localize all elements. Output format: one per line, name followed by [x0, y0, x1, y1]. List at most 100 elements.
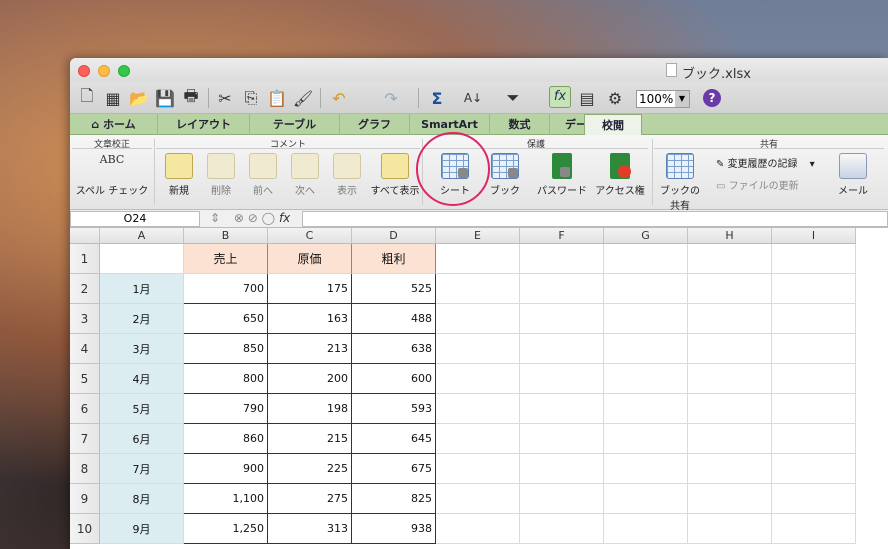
paste-icon[interactable]: 📋	[266, 87, 288, 109]
cell-f4[interactable]	[520, 334, 604, 364]
cell-f5[interactable]	[520, 364, 604, 394]
formula-builder-icon[interactable]: fx	[549, 86, 571, 108]
cell-d5[interactable]: 600	[352, 364, 436, 394]
cell-c4[interactable]: 213	[268, 334, 352, 364]
cell-h1[interactable]	[688, 244, 772, 274]
cell-b2[interactable]: 700	[184, 274, 268, 304]
delete-comment-button[interactable]: 削除	[202, 153, 240, 197]
format-brush-icon[interactable]: 🖌	[292, 87, 314, 109]
stepper-icon[interactable]: ⇕	[210, 211, 220, 225]
row-header-7[interactable]: 7	[70, 424, 100, 454]
row-header-2[interactable]: 2	[70, 274, 100, 304]
cell-g8[interactable]	[604, 454, 688, 484]
print-icon[interactable]: 🖶	[180, 86, 202, 109]
cell-i3[interactable]	[772, 304, 856, 334]
cell-b9[interactable]: 1,100	[184, 484, 268, 514]
cell-g9[interactable]	[604, 484, 688, 514]
row-header-3[interactable]: 3	[70, 304, 100, 334]
cell-f9[interactable]	[520, 484, 604, 514]
sort-icon[interactable]: A↓	[462, 87, 484, 109]
cell-b3[interactable]: 650	[184, 304, 268, 334]
cell-g1[interactable]	[604, 244, 688, 274]
fx-icon[interactable]: fx	[279, 211, 290, 225]
zoom-select[interactable]: 100% ▼	[636, 90, 690, 108]
cell-f6[interactable]	[520, 394, 604, 424]
cell-f7[interactable]	[520, 424, 604, 454]
cell-a10[interactable]: 9月	[100, 514, 184, 544]
cell-i2[interactable]	[772, 274, 856, 304]
autosum-icon[interactable]: Σ	[426, 87, 448, 109]
cell-c5[interactable]: 200	[268, 364, 352, 394]
column-header-g[interactable]: G	[604, 228, 688, 244]
redo-icon[interactable]: ↷	[380, 87, 402, 109]
cell-b4[interactable]: 850	[184, 334, 268, 364]
next-comment-button[interactable]: 次へ	[286, 153, 324, 197]
cut-icon[interactable]: ✂	[214, 87, 236, 109]
cell-f2[interactable]	[520, 274, 604, 304]
cell-h6[interactable]	[688, 394, 772, 424]
cell-g7[interactable]	[604, 424, 688, 454]
cell-c7[interactable]: 215	[268, 424, 352, 454]
previous-comment-button[interactable]: 前へ	[244, 153, 282, 197]
cell-a7[interactable]: 6月	[100, 424, 184, 454]
cell-c8[interactable]: 225	[268, 454, 352, 484]
cell-e3[interactable]	[436, 304, 520, 334]
zoom-window-button[interactable]	[118, 65, 130, 77]
cell-d7[interactable]: 645	[352, 424, 436, 454]
cell-d8[interactable]: 675	[352, 454, 436, 484]
row-header-5[interactable]: 5	[70, 364, 100, 394]
cell-f10[interactable]	[520, 514, 604, 544]
new-icon[interactable]: 🗋	[76, 86, 98, 109]
column-header-d[interactable]: D	[352, 228, 436, 244]
cell-d9[interactable]: 825	[352, 484, 436, 514]
cell-g5[interactable]	[604, 364, 688, 394]
cell-h8[interactable]	[688, 454, 772, 484]
show-comment-button[interactable]: 表示	[328, 153, 366, 197]
row-header-10[interactable]: 10	[70, 514, 100, 544]
cell-g6[interactable]	[604, 394, 688, 424]
cell-b7[interactable]: 860	[184, 424, 268, 454]
cell-h10[interactable]	[688, 514, 772, 544]
cell-a8[interactable]: 7月	[100, 454, 184, 484]
confirm-icon[interactable]: ⊘	[248, 211, 258, 225]
cell-i6[interactable]	[772, 394, 856, 424]
row-header-6[interactable]: 6	[70, 394, 100, 424]
cell-g3[interactable]	[604, 304, 688, 334]
show-all-comments-button[interactable]: すべて表示	[368, 153, 422, 197]
cell-i5[interactable]	[772, 364, 856, 394]
cell-b10[interactable]: 1,250	[184, 514, 268, 544]
column-header-c[interactable]: C	[268, 228, 352, 244]
cell-g4[interactable]	[604, 334, 688, 364]
cell-a3[interactable]: 2月	[100, 304, 184, 334]
share-workbook-button[interactable]: ブックの 共有	[656, 153, 704, 212]
cell-e5[interactable]	[436, 364, 520, 394]
cell-h7[interactable]	[688, 424, 772, 454]
column-header-i[interactable]: I	[772, 228, 856, 244]
cell-d10[interactable]: 938	[352, 514, 436, 544]
cell-e1[interactable]	[436, 244, 520, 274]
cell-g10[interactable]	[604, 514, 688, 544]
row-header-9[interactable]: 9	[70, 484, 100, 514]
select-all-corner[interactable]	[70, 228, 100, 244]
cell-a9[interactable]: 8月	[100, 484, 184, 514]
close-window-button[interactable]	[78, 65, 90, 77]
password-button[interactable]: パスワード	[532, 153, 592, 197]
new-comment-button[interactable]: 新規	[160, 153, 198, 197]
cell-c9[interactable]: 275	[268, 484, 352, 514]
cell-b5[interactable]: 800	[184, 364, 268, 394]
cell-h4[interactable]	[688, 334, 772, 364]
spreadsheet-grid[interactable]: A B C D E F G H I 1 売上 原価 粗利 2 1月 700 175 525 3 2月 650 163 488…	[70, 228, 888, 549]
cell-e9[interactable]	[436, 484, 520, 514]
show-formulas-icon[interactable]: ▤	[576, 87, 598, 109]
row-header-8[interactable]: 8	[70, 454, 100, 484]
column-header-f[interactable]: F	[520, 228, 604, 244]
cell-e8[interactable]	[436, 454, 520, 484]
cell-d1[interactable]: 粗利	[352, 244, 436, 274]
cell-c2[interactable]: 175	[268, 274, 352, 304]
cell-i7[interactable]	[772, 424, 856, 454]
tab-layout[interactable]: レイアウト	[158, 114, 250, 135]
cell-b1[interactable]: 売上	[184, 244, 268, 274]
cell-d4[interactable]: 638	[352, 334, 436, 364]
cell-c1[interactable]: 原価	[268, 244, 352, 274]
tab-home[interactable]: ⌂ ホーム	[70, 114, 158, 135]
